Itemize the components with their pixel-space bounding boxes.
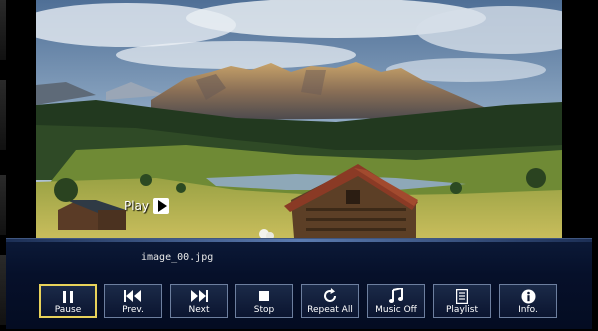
stop-icon: [258, 287, 270, 305]
pause-button[interactable]: Pause: [39, 284, 97, 318]
previous-button[interactable]: Prev.: [104, 284, 162, 318]
music-note-icon: [388, 287, 404, 305]
repeat-all-button-label: Repeat All: [307, 305, 353, 315]
bezel-strip: [0, 0, 6, 60]
pause-icon: [61, 288, 75, 305]
repeat-all-button[interactable]: Repeat All: [301, 284, 359, 318]
info-button[interactable]: Info.: [499, 284, 557, 318]
bezel-strip: [0, 80, 6, 150]
stop-button[interactable]: Stop: [235, 284, 293, 318]
photo-viewer-screen: Play image_00.jpg Pause Prev. Next Stop …: [0, 0, 598, 331]
previous-icon: [124, 287, 142, 305]
photo-viewport: Play: [36, 0, 562, 238]
pause-button-label: Pause: [54, 305, 82, 315]
previous-button-label: Prev.: [122, 305, 144, 315]
file-name: image_00.jpg: [141, 252, 214, 263]
playlist-icon: [456, 287, 468, 305]
info-button-label: Info.: [518, 305, 538, 315]
next-button-label: Next: [188, 305, 210, 315]
next-icon: [190, 287, 208, 305]
landscape-photo: [36, 0, 562, 238]
stop-button-label: Stop: [253, 305, 275, 315]
playlist-button-label: Playlist: [446, 305, 478, 315]
play-status-label: Play: [124, 199, 150, 213]
info-icon: [521, 287, 536, 305]
control-bar: image_00.jpg Pause Prev. Next Stop Repea…: [6, 238, 592, 329]
repeat-icon: [322, 287, 338, 305]
playlist-button[interactable]: Playlist: [433, 284, 491, 318]
music-off-button[interactable]: Music Off: [367, 284, 425, 318]
music-off-button-label: Music Off: [375, 305, 417, 315]
control-bar-divider: [6, 239, 592, 242]
bezel-strip: [0, 175, 6, 235]
play-icon: [153, 198, 170, 214]
play-status-indicator: Play: [124, 198, 170, 214]
next-button[interactable]: Next: [170, 284, 228, 318]
